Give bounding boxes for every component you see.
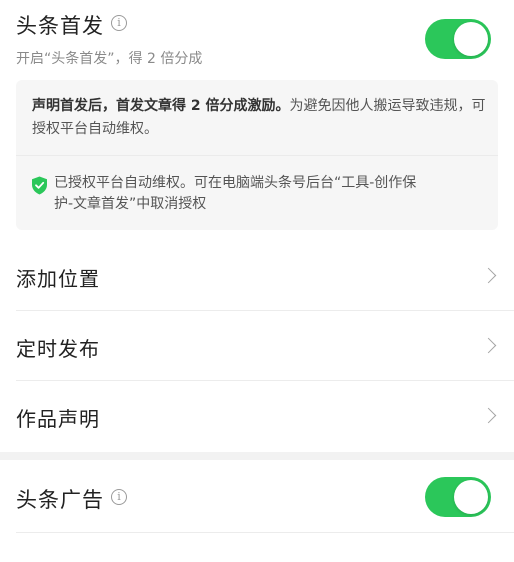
first-publish-info-panel: 声明首发后，首发文章得 2 倍分成激励。为避免因他人搬运导致违规，可授权平台自动… (16, 80, 498, 230)
row-label: 添加位置 (16, 267, 100, 291)
first-publish-title: 头条首发 (16, 14, 104, 38)
row-scheduled-publish[interactable]: 定时发布 (0, 310, 514, 380)
auth-line-2: 护-文章首发”中取消授权 (54, 196, 207, 212)
ads-title: 头条广告 (16, 488, 104, 512)
chevron-right-icon (480, 267, 497, 284)
info-icon[interactable]: i (111, 15, 127, 31)
toggle-knob (454, 480, 488, 514)
shield-check-icon (32, 176, 47, 195)
auth-line-1: 已授权平台自动维权。可在电脑端头条号后台“工具-创作保 (54, 175, 417, 191)
notice-bold-text: 声明首发后，首发文章得 2 倍分成激励。 (32, 98, 290, 114)
row-divider (16, 532, 514, 533)
first-publish-toggle[interactable] (425, 19, 491, 59)
info-icon[interactable]: i (111, 489, 127, 505)
first-publish-subtitle: 开启“头条首发”，得 2 倍分成 (16, 51, 203, 67)
section-separator (0, 452, 514, 460)
ads-toggle[interactable] (425, 477, 491, 517)
toggle-knob (454, 22, 488, 56)
chevron-right-icon (480, 407, 497, 424)
row-add-location[interactable]: 添加位置 (0, 240, 514, 310)
chevron-right-icon (480, 337, 497, 354)
row-work-declaration[interactable]: 作品声明 (0, 380, 514, 450)
panel-divider (16, 155, 498, 156)
row-label: 定时发布 (16, 337, 100, 361)
row-label: 作品声明 (16, 407, 100, 431)
first-publish-notice: 声明首发后，首发文章得 2 倍分成激励。为避免因他人搬运导致违规，可授权平台自动… (32, 95, 487, 141)
